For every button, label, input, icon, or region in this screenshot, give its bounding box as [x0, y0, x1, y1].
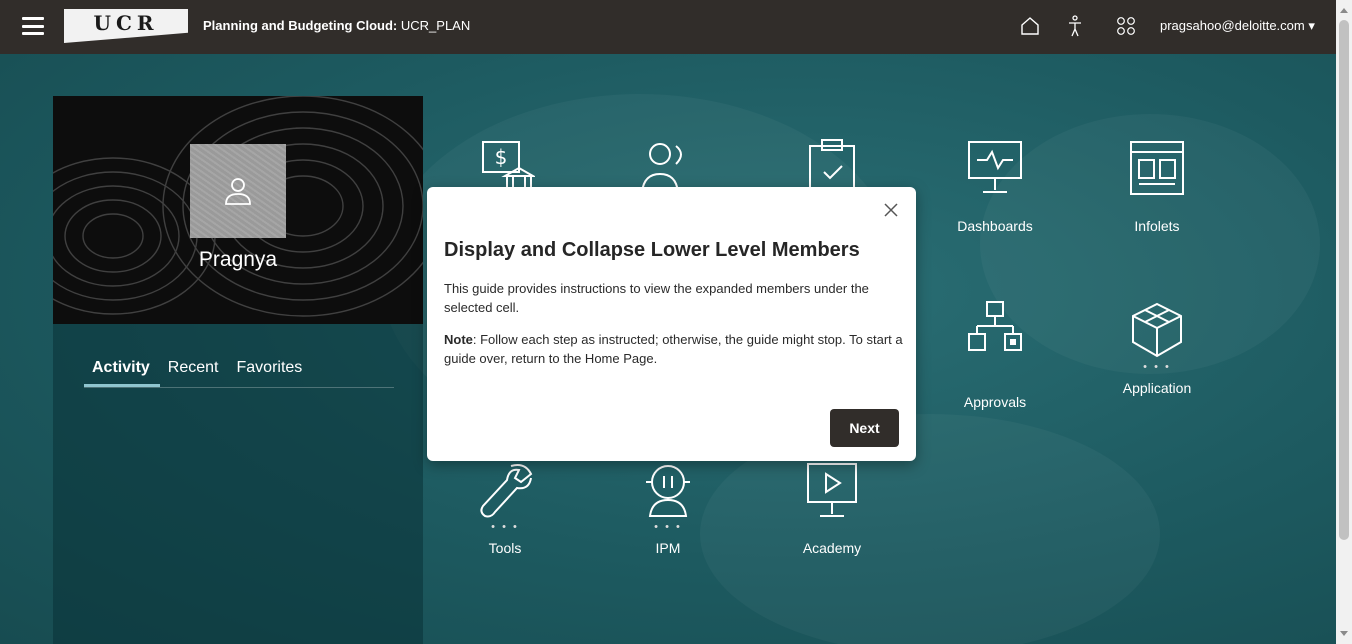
card-label: Application [1122, 380, 1192, 396]
tab-favorites[interactable]: Favorites [237, 359, 303, 385]
card-label: Infolets [1134, 218, 1180, 234]
close-icon[interactable] [882, 201, 900, 219]
user-icon [225, 178, 251, 205]
dialog-note: Note: Follow each step as instructed; ot… [444, 330, 904, 368]
dialog-title: Display and Collapse Lower Level Members [444, 239, 860, 261]
more-dots-icon[interactable]: • • • [1107, 360, 1207, 374]
card-ipm[interactable]: • • • IPM [618, 460, 718, 556]
header-bar: UCR Planning and Budgeting Cloud: UCR_PL… [0, 0, 1336, 54]
navigator-icon[interactable] [1113, 13, 1139, 39]
note-text: : Follow each step as instructed; otherw… [444, 332, 903, 366]
active-tab-indicator [84, 384, 160, 387]
app-title-instance: UCR_PLAN [397, 18, 471, 33]
avatar[interactable] [190, 144, 286, 238]
tab-recent[interactable]: Recent [168, 359, 219, 385]
card-dots [945, 198, 1045, 212]
scroll-up-icon[interactable] [1340, 8, 1348, 13]
menu-icon[interactable] [22, 17, 44, 35]
dialog-description: This guide provides instructions to view… [444, 281, 869, 315]
card-dots [1107, 198, 1207, 212]
app-title-service: Planning and Budgeting Cloud: [203, 18, 398, 33]
clipboard-icon [809, 139, 855, 193]
scroll-down-icon[interactable] [1340, 631, 1348, 636]
card-dots [782, 520, 882, 534]
user-menu[interactable]: pragsahoo@deloitte.com ▾ [1160, 18, 1315, 34]
card-dots [945, 360, 1045, 374]
approvals-icon [968, 301, 1022, 351]
card-academy[interactable]: Academy [782, 460, 882, 556]
next-button[interactable]: Next [830, 409, 899, 447]
card-tools[interactable]: • • • Tools [455, 460, 555, 556]
app-title: Planning and Budgeting Cloud: UCR_PLAN [203, 18, 470, 33]
card-label: Approvals [963, 394, 1027, 410]
profile-name: Pragnya [198, 248, 278, 271]
accessibility-icon[interactable] [1062, 13, 1088, 39]
application-icon [1132, 302, 1182, 358]
dashboard-icon [968, 141, 1022, 193]
tab-divider [84, 387, 394, 388]
logo-text: UCR [93, 11, 159, 35]
dialog-body: This guide provides instructions to view… [444, 279, 904, 381]
academy-icon [807, 463, 857, 517]
more-dots-icon[interactable]: • • • [618, 520, 718, 534]
card-label: IPM [655, 540, 681, 556]
card-tasks[interactable] [782, 138, 882, 194]
card-label: Dashboards [957, 218, 1033, 234]
home-icon[interactable] [1017, 13, 1043, 39]
ucr-logo[interactable]: UCR [64, 9, 188, 43]
card-approvals[interactable]: Approvals [945, 300, 1045, 410]
card-application[interactable]: • • • Application [1107, 300, 1207, 396]
chevron-down-icon: ▾ [1308, 18, 1315, 33]
activity-tabs: Activity Recent Favorites [92, 359, 302, 385]
tab-activity[interactable]: Activity [92, 359, 150, 385]
scrollbar-thumb[interactable] [1339, 20, 1349, 540]
page-scrollbar[interactable] [1336, 0, 1352, 644]
wrench-icon [480, 464, 533, 518]
ipm-icon [646, 465, 690, 517]
card-label: Academy [802, 540, 862, 556]
infolets-icon [1130, 141, 1184, 195]
note-label: Note [444, 332, 473, 347]
svg-text:$: $ [495, 145, 508, 169]
more-dots-icon[interactable]: • • • [455, 520, 555, 534]
card-infolets[interactable]: Infolets [1107, 138, 1207, 234]
user-email: pragsahoo@deloitte.com [1160, 18, 1305, 33]
card-label: Tools [488, 540, 522, 556]
card-dashboards[interactable]: Dashboards [945, 138, 1045, 234]
